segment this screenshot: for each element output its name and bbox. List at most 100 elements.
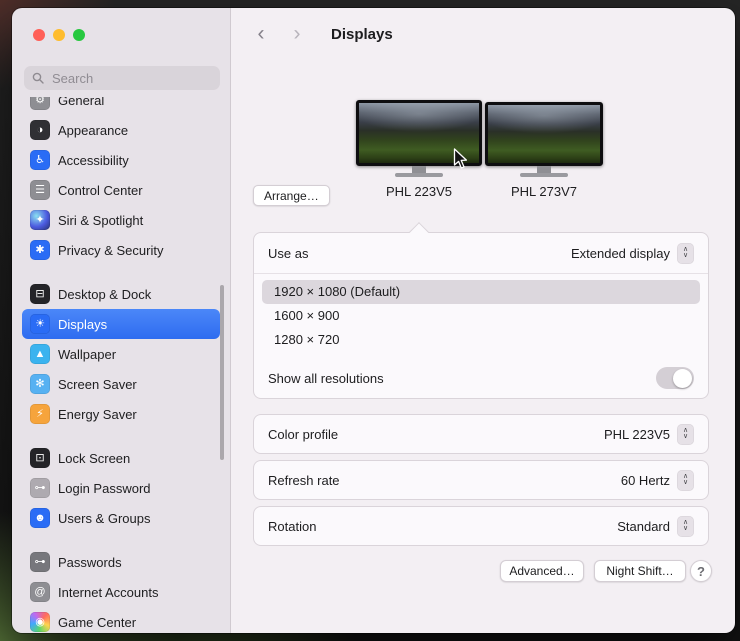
sidebar-item-label: Siri & Spotlight [58,213,143,228]
show-all-resolutions-label: Show all resolutions [268,371,384,386]
refresh-rate-label: Refresh rate [268,473,340,488]
display-label-2: PHL 273V7 [485,184,603,199]
sidebar-item-wallpaper[interactable]: ▲ Wallpaper [22,339,220,369]
sidebar-item-label: General [58,93,104,108]
sidebar-scrollbar[interactable] [220,285,224,460]
displays-icon: ☀ [30,314,50,334]
sidebar-item-label: Login Password [58,481,151,496]
siri-spotlight-icon: ✦ [30,210,50,230]
sidebar-item-screen-saver[interactable]: ✻ Screen Saver [22,369,220,399]
users-groups-icon: ☻ [30,508,50,528]
resolution-option[interactable]: 1920 × 1080 (Default) [262,280,700,304]
sidebar-item-privacy-security[interactable]: ✱ Privacy & Security [22,235,220,265]
refresh-rate-value: 60 Hertz [621,473,670,488]
lock-screen-icon: ⊡ [30,448,50,468]
display-thumbnail-1[interactable] [356,100,482,166]
sidebar-item-label: Users & Groups [58,511,150,526]
general-icon: ⚙ [30,90,50,110]
resolution-option[interactable]: 1600 × 900 [262,304,700,328]
sidebar-item-internet-accounts[interactable]: @Internet Accounts [22,577,220,607]
close-button[interactable] [33,29,45,41]
arrange-button[interactable]: Arrange… [253,185,330,206]
header: ‹ › Displays [231,8,735,60]
sidebar-item-label: Appearance [58,123,128,138]
display-settings-panel: Use as Extended display ∧∨ 1920 × 1080 (… [253,232,709,399]
chevron-forward-icon[interactable]: › [285,22,309,46]
help-button[interactable]: ? [690,560,712,582]
sidebar-item-label: Control Center [58,183,143,198]
sidebar-item-label: Energy Saver [58,407,137,422]
use-as-row: Use as Extended display ∧∨ [254,233,708,273]
screen-saver-icon: ✻ [30,374,50,394]
login-password-icon: ⊶ [30,478,50,498]
wallpaper-icon: ▲ [30,344,50,364]
chevron-up-down-icon: ∧∨ [677,243,694,264]
sidebar-item-general[interactable]: ⚙ General [22,85,220,115]
sidebar-item-login-password[interactable]: ⊶ Login Password [22,473,220,503]
sidebar-item-users-groups[interactable]: ☻ Users & Groups [22,503,220,533]
color-profile-value: PHL 223V5 [604,427,670,442]
chevron-up-down-icon: ∧∨ [677,424,694,445]
system-settings-window: ⚙ General ◑ Appearance ♿ Accessibility ☰ Contro… [12,8,735,633]
page-title: Displays [331,26,393,43]
sidebar-nav: ⚙ General ◑ Appearance ♿ Accessibility ☰ Contro… [22,85,220,633]
night-shift-button[interactable]: Night Shift… [594,560,686,582]
desktop-dock-icon: ⊟ [30,284,50,304]
passwords-icon: ⊶ [30,552,50,572]
refresh-rate-panel: Refresh rate 60 Hertz ∧∨ [253,460,709,500]
sidebar-item-label: Game Center [58,615,136,630]
resolution-list: 1920 × 1080 (Default)1600 × 9001280 × 72… [254,274,708,358]
accessibility-icon: ♿ [30,150,50,170]
search-input[interactable] [50,70,212,87]
sidebar-item-label: Accessibility [58,153,129,168]
internet-accounts-icon: @ [30,582,50,602]
chevron-up-down-icon: ∧∨ [677,470,694,491]
sidebar-item-lock-screen[interactable]: ⊡ Lock Screen [22,443,220,473]
control-center-icon: ☰ [30,180,50,200]
color-profile-label: Color profile [268,427,338,442]
show-all-resolutions-row: Show all resolutions [254,358,708,398]
color-profile-select[interactable]: PHL 223V5 ∧∨ [604,424,694,445]
sidebar-item-label: Desktop & Dock [58,287,151,302]
privacy-security-icon: ✱ [30,240,50,260]
sidebar-item-desktop-dock[interactable]: ⊟ Desktop & Dock [22,279,220,309]
sidebar-item-game-center[interactable]: ◉ Game Center [22,607,220,633]
sidebar-item-label: Privacy & Security [58,243,163,258]
sidebar-item-passwords[interactable]: ⊶ Passwords [22,547,220,577]
display-label-1: PHL 223V5 [356,184,482,199]
sidebar-item-label: Lock Screen [58,451,130,466]
display-stand [412,166,426,173]
toggle-knob [673,369,692,388]
sidebar-item-accessibility[interactable]: ♿ Accessibility [22,145,220,175]
sidebar-item-control-center[interactable]: ☰ Control Center [22,175,220,205]
display-stand [395,173,443,177]
game-center-icon: ◉ [30,612,50,632]
window-controls [33,29,85,41]
refresh-rate-select[interactable]: 60 Hertz ∧∨ [621,470,694,491]
advanced-button[interactable]: Advanced… [500,560,584,582]
sidebar-item-label: Passwords [58,555,122,570]
resolution-option[interactable]: 1280 × 720 [262,328,700,352]
appearance-icon: ◑ [30,120,50,140]
sidebar-item-energy-saver[interactable]: ⚡Energy Saver [22,399,220,429]
display-thumbnail-2[interactable] [485,102,603,166]
sidebar: ⚙ General ◑ Appearance ♿ Accessibility ☰ Contro… [12,8,230,633]
use-as-select[interactable]: Extended display ∧∨ [571,243,694,264]
display-stand [520,173,568,177]
minimize-button[interactable] [53,29,65,41]
rotation-select[interactable]: Standard ∧∨ [617,516,694,537]
use-as-label: Use as [268,246,308,261]
sidebar-item-label: Wallpaper [58,347,116,362]
sidebar-item-displays[interactable]: ☀Displays [22,309,220,339]
sidebar-item-label: Screen Saver [58,377,137,392]
zoom-button[interactable] [73,29,85,41]
use-as-value: Extended display [571,246,670,261]
color-profile-panel: Color profile PHL 223V5 ∧∨ [253,414,709,454]
sidebar-item-siri-spotlight[interactable]: ✦ Siri & Spotlight [22,205,220,235]
chevron-up-down-icon: ∧∨ [677,516,694,537]
display-stand [537,166,551,173]
show-all-resolutions-toggle[interactable] [656,367,694,389]
sidebar-item-appearance[interactable]: ◑ Appearance [22,115,220,145]
rotation-label: Rotation [268,519,316,534]
chevron-back-icon[interactable]: ‹ [249,22,273,46]
